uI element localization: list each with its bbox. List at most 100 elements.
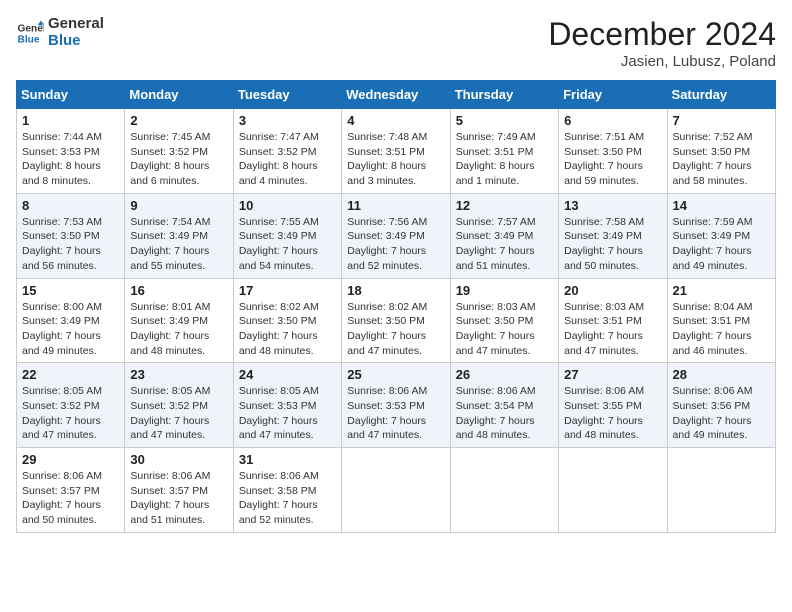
day-number: 16 — [130, 283, 227, 298]
day-info: Sunrise: 8:06 AM Sunset: 3:54 PM Dayligh… — [456, 384, 553, 443]
day-cell — [559, 448, 667, 533]
day-info: Sunrise: 7:47 AM Sunset: 3:52 PM Dayligh… — [239, 130, 336, 189]
title-block: December 2024 Jasien, Lubusz, Poland — [548, 16, 776, 70]
day-cell: 18 Sunrise: 8:02 AM Sunset: 3:50 PM Dayli… — [342, 278, 450, 363]
day-cell: 23 Sunrise: 8:05 AM Sunset: 3:52 PM Dayli… — [125, 363, 233, 448]
week-row-4: 22Sunrise: 8:05 AM Sunset: 3:52 PM Dayli… — [17, 363, 776, 448]
month-title: December 2024 — [548, 16, 776, 53]
day-number: 24 — [239, 367, 336, 382]
day-cell: 17 Sunrise: 8:02 AM Sunset: 3:50 PM Dayli… — [233, 278, 341, 363]
day-info: Sunrise: 8:06 AM Sunset: 3:58 PM Dayligh… — [239, 469, 336, 528]
day-number: 13 — [564, 198, 661, 213]
day-info: Sunrise: 7:58 AM Sunset: 3:49 PM Dayligh… — [564, 215, 661, 274]
day-number: 20 — [564, 283, 661, 298]
day-cell — [342, 448, 450, 533]
day-cell: 5 Sunrise: 7:49 AM Sunset: 3:51 PM Daylig… — [450, 109, 558, 194]
day-info: Sunrise: 8:06 AM Sunset: 3:57 PM Dayligh… — [22, 469, 119, 528]
day-cell: 13 Sunrise: 7:58 AM Sunset: 3:49 PM Dayli… — [559, 193, 667, 278]
logo-line1: General — [48, 16, 104, 33]
day-info: Sunrise: 7:44 AM Sunset: 3:53 PM Dayligh… — [22, 130, 119, 189]
day-info: Sunrise: 8:05 AM Sunset: 3:53 PM Dayligh… — [239, 384, 336, 443]
weekday-header-monday: Monday — [125, 81, 233, 109]
day-cell: 3 Sunrise: 7:47 AM Sunset: 3:52 PM Daylig… — [233, 109, 341, 194]
day-cell: 8 Sunrise: 7:53 AM Sunset: 3:50 PM Daylig… — [17, 193, 125, 278]
week-row-3: 15Sunrise: 8:00 AM Sunset: 3:49 PM Dayli… — [17, 278, 776, 363]
day-info: Sunrise: 8:00 AM Sunset: 3:49 PM Dayligh… — [22, 300, 119, 359]
day-cell: 4 Sunrise: 7:48 AM Sunset: 3:51 PM Daylig… — [342, 109, 450, 194]
day-cell: 11 Sunrise: 7:56 AM Sunset: 3:49 PM Dayli… — [342, 193, 450, 278]
day-number: 5 — [456, 113, 553, 128]
day-number: 31 — [239, 452, 336, 467]
day-number: 9 — [130, 198, 227, 213]
week-row-1: 1Sunrise: 7:44 AM Sunset: 3:53 PM Daylig… — [17, 109, 776, 194]
weekday-header-row: SundayMondayTuesdayWednesdayThursdayFrid… — [17, 81, 776, 109]
day-number: 11 — [347, 198, 444, 213]
day-info: Sunrise: 8:03 AM Sunset: 3:51 PM Dayligh… — [564, 300, 661, 359]
day-cell: 1Sunrise: 7:44 AM Sunset: 3:53 PM Daylig… — [17, 109, 125, 194]
day-number: 29 — [22, 452, 119, 467]
day-number: 12 — [456, 198, 553, 213]
day-info: Sunrise: 7:49 AM Sunset: 3:51 PM Dayligh… — [456, 130, 553, 189]
day-info: Sunrise: 8:06 AM Sunset: 3:56 PM Dayligh… — [673, 384, 770, 443]
page-header: General Blue General Blue December 2024 … — [16, 16, 776, 70]
logo-line2: Blue — [48, 33, 104, 50]
svg-text:Blue: Blue — [18, 34, 40, 45]
day-info: Sunrise: 8:05 AM Sunset: 3:52 PM Dayligh… — [22, 384, 119, 443]
day-info: Sunrise: 8:04 AM Sunset: 3:51 PM Dayligh… — [673, 300, 770, 359]
day-cell: 19 Sunrise: 8:03 AM Sunset: 3:50 PM Dayli… — [450, 278, 558, 363]
day-cell: 26 Sunrise: 8:06 AM Sunset: 3:54 PM Dayli… — [450, 363, 558, 448]
day-number: 4 — [347, 113, 444, 128]
day-cell: 27Sunrise: 8:06 AM Sunset: 3:55 PM Dayli… — [559, 363, 667, 448]
day-cell: 12 Sunrise: 7:57 AM Sunset: 3:49 PM Dayli… — [450, 193, 558, 278]
day-info: Sunrise: 7:51 AM Sunset: 3:50 PM Dayligh… — [564, 130, 661, 189]
day-info: Sunrise: 7:56 AM Sunset: 3:49 PM Dayligh… — [347, 215, 444, 274]
day-cell: 9 Sunrise: 7:54 AM Sunset: 3:49 PM Daylig… — [125, 193, 233, 278]
weekday-header-friday: Friday — [559, 81, 667, 109]
day-cell: 2 Sunrise: 7:45 AM Sunset: 3:52 PM Daylig… — [125, 109, 233, 194]
day-cell: 15Sunrise: 8:00 AM Sunset: 3:49 PM Dayli… — [17, 278, 125, 363]
week-row-5: 29 Sunrise: 8:06 AM Sunset: 3:57 PM Dayli… — [17, 448, 776, 533]
day-info: Sunrise: 8:02 AM Sunset: 3:50 PM Dayligh… — [239, 300, 336, 359]
day-info: Sunrise: 7:54 AM Sunset: 3:49 PM Dayligh… — [130, 215, 227, 274]
day-cell: 10Sunrise: 7:55 AM Sunset: 3:49 PM Dayli… — [233, 193, 341, 278]
calendar: SundayMondayTuesdayWednesdayThursdayFrid… — [16, 80, 776, 533]
day-cell: 20 Sunrise: 8:03 AM Sunset: 3:51 PM Dayli… — [559, 278, 667, 363]
day-number: 27 — [564, 367, 661, 382]
day-cell: 25Sunrise: 8:06 AM Sunset: 3:53 PM Dayli… — [342, 363, 450, 448]
day-cell — [450, 448, 558, 533]
weekday-header-sunday: Sunday — [17, 81, 125, 109]
day-info: Sunrise: 7:52 AM Sunset: 3:50 PM Dayligh… — [673, 130, 770, 189]
day-info: Sunrise: 8:06 AM Sunset: 3:53 PM Dayligh… — [347, 384, 444, 443]
day-cell: 21Sunrise: 8:04 AM Sunset: 3:51 PM Dayli… — [667, 278, 775, 363]
day-info: Sunrise: 8:05 AM Sunset: 3:52 PM Dayligh… — [130, 384, 227, 443]
day-info: Sunrise: 7:57 AM Sunset: 3:49 PM Dayligh… — [456, 215, 553, 274]
day-info: Sunrise: 7:48 AM Sunset: 3:51 PM Dayligh… — [347, 130, 444, 189]
day-number: 6 — [564, 113, 661, 128]
day-info: Sunrise: 8:03 AM Sunset: 3:50 PM Dayligh… — [456, 300, 553, 359]
day-number: 2 — [130, 113, 227, 128]
day-number: 3 — [239, 113, 336, 128]
day-cell: 28 Sunrise: 8:06 AM Sunset: 3:56 PM Dayli… — [667, 363, 775, 448]
day-info: Sunrise: 7:59 AM Sunset: 3:49 PM Dayligh… — [673, 215, 770, 274]
day-cell: 6 Sunrise: 7:51 AM Sunset: 3:50 PM Daylig… — [559, 109, 667, 194]
day-cell: 31 Sunrise: 8:06 AM Sunset: 3:58 PM Dayli… — [233, 448, 341, 533]
week-row-2: 8 Sunrise: 7:53 AM Sunset: 3:50 PM Daylig… — [17, 193, 776, 278]
location: Jasien, Lubusz, Poland — [548, 53, 776, 70]
day-info: Sunrise: 7:45 AM Sunset: 3:52 PM Dayligh… — [130, 130, 227, 189]
day-number: 26 — [456, 367, 553, 382]
day-number: 19 — [456, 283, 553, 298]
day-number: 28 — [673, 367, 770, 382]
day-number: 8 — [22, 198, 119, 213]
day-info: Sunrise: 7:53 AM Sunset: 3:50 PM Dayligh… — [22, 215, 119, 274]
day-cell: 29 Sunrise: 8:06 AM Sunset: 3:57 PM Dayli… — [17, 448, 125, 533]
day-number: 10 — [239, 198, 336, 213]
day-number: 17 — [239, 283, 336, 298]
day-cell: 30Sunrise: 8:06 AM Sunset: 3:57 PM Dayli… — [125, 448, 233, 533]
weekday-header-wednesday: Wednesday — [342, 81, 450, 109]
weekday-header-saturday: Saturday — [667, 81, 775, 109]
day-info: Sunrise: 8:02 AM Sunset: 3:50 PM Dayligh… — [347, 300, 444, 359]
day-number: 7 — [673, 113, 770, 128]
day-number: 18 — [347, 283, 444, 298]
weekday-header-tuesday: Tuesday — [233, 81, 341, 109]
day-number: 23 — [130, 367, 227, 382]
